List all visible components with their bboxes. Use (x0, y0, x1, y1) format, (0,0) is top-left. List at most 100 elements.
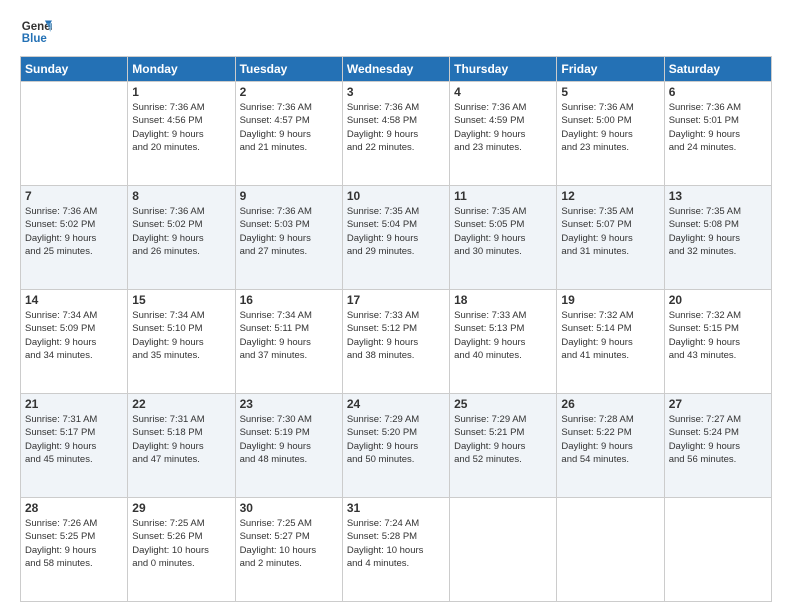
day-info: Sunrise: 7:33 AM Sunset: 5:13 PM Dayligh… (454, 309, 552, 362)
day-number: 5 (561, 85, 659, 99)
calendar-cell: 27 Sunrise: 7:27 AM Sunset: 5:24 PM Dayli… (664, 394, 771, 498)
header: General Blue (20, 16, 772, 48)
weekday-header-row: SundayMondayTuesdayWednesdayThursdayFrid… (21, 57, 772, 82)
day-info: Sunrise: 7:29 AM Sunset: 5:21 PM Dayligh… (454, 413, 552, 466)
day-number: 6 (669, 85, 767, 99)
calendar-cell (21, 82, 128, 186)
day-number: 29 (132, 501, 230, 515)
day-number: 28 (25, 501, 123, 515)
calendar-week-5: 28 Sunrise: 7:26 AM Sunset: 5:25 PM Dayli… (21, 498, 772, 602)
day-number: 9 (240, 189, 338, 203)
day-number: 11 (454, 189, 552, 203)
day-info: Sunrise: 7:25 AM Sunset: 5:26 PM Dayligh… (132, 517, 230, 570)
calendar-cell: 6Sunrise: 7:36 AM Sunset: 5:01 PM Daylig… (664, 82, 771, 186)
day-info: Sunrise: 7:34 AM Sunset: 5:10 PM Dayligh… (132, 309, 230, 362)
day-number: 10 (347, 189, 445, 203)
calendar-cell: 9 Sunrise: 7:36 AM Sunset: 5:03 PM Daylig… (235, 186, 342, 290)
calendar-week-4: 21 Sunrise: 7:31 AM Sunset: 5:17 PM Dayli… (21, 394, 772, 498)
calendar-cell: 3 Sunrise: 7:36 AM Sunset: 4:58 PM Daylig… (342, 82, 449, 186)
day-number: 1 (132, 85, 230, 99)
calendar-cell: 18 Sunrise: 7:33 AM Sunset: 5:13 PM Dayli… (450, 290, 557, 394)
calendar-cell: 2 Sunrise: 7:36 AM Sunset: 4:57 PM Daylig… (235, 82, 342, 186)
calendar-cell: 20 Sunrise: 7:32 AM Sunset: 5:15 PM Dayli… (664, 290, 771, 394)
day-info: Sunrise: 7:35 AM Sunset: 5:07 PM Dayligh… (561, 205, 659, 258)
calendar-cell: 8Sunrise: 7:36 AM Sunset: 5:02 PM Daylig… (128, 186, 235, 290)
calendar-cell: 31Sunrise: 7:24 AM Sunset: 5:28 PM Dayli… (342, 498, 449, 602)
calendar-cell: 14Sunrise: 7:34 AM Sunset: 5:09 PM Dayli… (21, 290, 128, 394)
day-info: Sunrise: 7:25 AM Sunset: 5:27 PM Dayligh… (240, 517, 338, 570)
day-number: 17 (347, 293, 445, 307)
weekday-header-sunday: Sunday (21, 57, 128, 82)
day-number: 22 (132, 397, 230, 411)
day-info: Sunrise: 7:34 AM Sunset: 5:11 PM Dayligh… (240, 309, 338, 362)
day-info: Sunrise: 7:35 AM Sunset: 5:05 PM Dayligh… (454, 205, 552, 258)
day-number: 26 (561, 397, 659, 411)
weekday-header-friday: Friday (557, 57, 664, 82)
day-number: 27 (669, 397, 767, 411)
logo-icon: General Blue (20, 16, 52, 48)
day-info: Sunrise: 7:32 AM Sunset: 5:15 PM Dayligh… (669, 309, 767, 362)
calendar-cell: 15Sunrise: 7:34 AM Sunset: 5:10 PM Dayli… (128, 290, 235, 394)
day-info: Sunrise: 7:24 AM Sunset: 5:28 PM Dayligh… (347, 517, 445, 570)
weekday-header-monday: Monday (128, 57, 235, 82)
svg-text:Blue: Blue (22, 33, 48, 45)
calendar-cell: 30 Sunrise: 7:25 AM Sunset: 5:27 PM Dayli… (235, 498, 342, 602)
day-number: 7 (25, 189, 123, 203)
day-info: Sunrise: 7:33 AM Sunset: 5:12 PM Dayligh… (347, 309, 445, 362)
day-number: 30 (240, 501, 338, 515)
logo: General Blue (20, 16, 52, 48)
day-info: Sunrise: 7:36 AM Sunset: 4:56 PM Dayligh… (132, 101, 230, 154)
day-number: 12 (561, 189, 659, 203)
day-info: Sunrise: 7:31 AM Sunset: 5:18 PM Dayligh… (132, 413, 230, 466)
calendar-cell: 28 Sunrise: 7:26 AM Sunset: 5:25 PM Dayli… (21, 498, 128, 602)
calendar-cell: 5 Sunrise: 7:36 AM Sunset: 5:00 PM Daylig… (557, 82, 664, 186)
calendar-week-3: 14Sunrise: 7:34 AM Sunset: 5:09 PM Dayli… (21, 290, 772, 394)
calendar-cell: 22 Sunrise: 7:31 AM Sunset: 5:18 PM Dayli… (128, 394, 235, 498)
day-info: Sunrise: 7:36 AM Sunset: 5:03 PM Dayligh… (240, 205, 338, 258)
day-number: 2 (240, 85, 338, 99)
calendar-table: SundayMondayTuesdayWednesdayThursdayFrid… (20, 56, 772, 602)
weekday-header-tuesday: Tuesday (235, 57, 342, 82)
day-info: Sunrise: 7:36 AM Sunset: 4:58 PM Dayligh… (347, 101, 445, 154)
calendar-cell (664, 498, 771, 602)
calendar-cell: 23 Sunrise: 7:30 AM Sunset: 5:19 PM Dayli… (235, 394, 342, 498)
day-number: 25 (454, 397, 552, 411)
calendar-cell: 11 Sunrise: 7:35 AM Sunset: 5:05 PM Dayli… (450, 186, 557, 290)
day-number: 24 (347, 397, 445, 411)
calendar-week-1: 1 Sunrise: 7:36 AM Sunset: 4:56 PM Daylig… (21, 82, 772, 186)
day-info: Sunrise: 7:32 AM Sunset: 5:14 PM Dayligh… (561, 309, 659, 362)
day-info: Sunrise: 7:36 AM Sunset: 5:02 PM Dayligh… (25, 205, 123, 258)
calendar-cell: 1 Sunrise: 7:36 AM Sunset: 4:56 PM Daylig… (128, 82, 235, 186)
calendar-page: General Blue SundayMondayTuesdayWednesda… (0, 0, 792, 612)
calendar-cell: 29 Sunrise: 7:25 AM Sunset: 5:26 PM Dayli… (128, 498, 235, 602)
day-number: 19 (561, 293, 659, 307)
day-info: Sunrise: 7:36 AM Sunset: 5:00 PM Dayligh… (561, 101, 659, 154)
day-info: Sunrise: 7:36 AM Sunset: 4:57 PM Dayligh… (240, 101, 338, 154)
day-info: Sunrise: 7:36 AM Sunset: 5:02 PM Dayligh… (132, 205, 230, 258)
calendar-cell: 13 Sunrise: 7:35 AM Sunset: 5:08 PM Dayli… (664, 186, 771, 290)
day-info: Sunrise: 7:30 AM Sunset: 5:19 PM Dayligh… (240, 413, 338, 466)
day-number: 3 (347, 85, 445, 99)
day-info: Sunrise: 7:36 AM Sunset: 4:59 PM Dayligh… (454, 101, 552, 154)
calendar-cell: 12 Sunrise: 7:35 AM Sunset: 5:07 PM Dayli… (557, 186, 664, 290)
calendar-cell (450, 498, 557, 602)
day-number: 16 (240, 293, 338, 307)
day-info: Sunrise: 7:35 AM Sunset: 5:08 PM Dayligh… (669, 205, 767, 258)
calendar-cell: 26Sunrise: 7:28 AM Sunset: 5:22 PM Dayli… (557, 394, 664, 498)
calendar-week-2: 7 Sunrise: 7:36 AM Sunset: 5:02 PM Daylig… (21, 186, 772, 290)
day-info: Sunrise: 7:27 AM Sunset: 5:24 PM Dayligh… (669, 413, 767, 466)
day-number: 21 (25, 397, 123, 411)
day-number: 20 (669, 293, 767, 307)
calendar-cell: 7 Sunrise: 7:36 AM Sunset: 5:02 PM Daylig… (21, 186, 128, 290)
day-number: 23 (240, 397, 338, 411)
weekday-header-thursday: Thursday (450, 57, 557, 82)
day-info: Sunrise: 7:26 AM Sunset: 5:25 PM Dayligh… (25, 517, 123, 570)
day-info: Sunrise: 7:31 AM Sunset: 5:17 PM Dayligh… (25, 413, 123, 466)
day-info: Sunrise: 7:34 AM Sunset: 5:09 PM Dayligh… (25, 309, 123, 362)
calendar-cell: 17 Sunrise: 7:33 AM Sunset: 5:12 PM Dayli… (342, 290, 449, 394)
day-number: 18 (454, 293, 552, 307)
calendar-cell: 4Sunrise: 7:36 AM Sunset: 4:59 PM Daylig… (450, 82, 557, 186)
day-info: Sunrise: 7:29 AM Sunset: 5:20 PM Dayligh… (347, 413, 445, 466)
calendar-cell: 24 Sunrise: 7:29 AM Sunset: 5:20 PM Dayli… (342, 394, 449, 498)
day-number: 13 (669, 189, 767, 203)
